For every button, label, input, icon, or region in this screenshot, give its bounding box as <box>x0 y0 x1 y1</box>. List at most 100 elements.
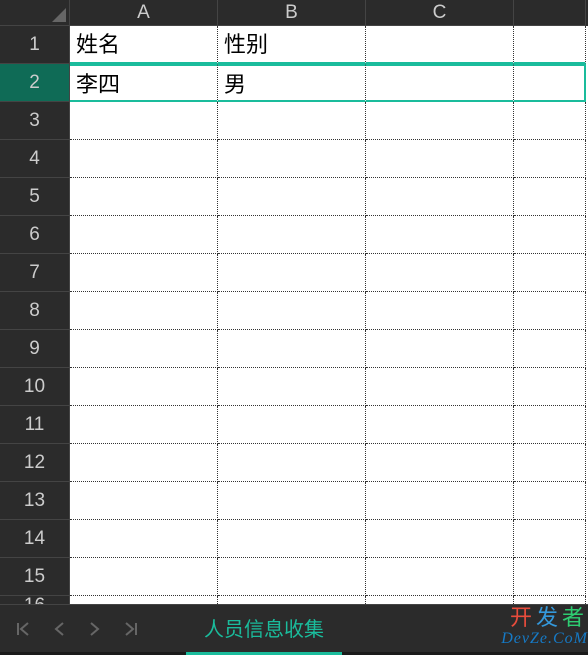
cell-C1[interactable] <box>366 26 514 64</box>
cell-A10[interactable] <box>70 368 218 406</box>
cell-C13[interactable] <box>366 482 514 520</box>
cell-A12[interactable] <box>70 444 218 482</box>
row-8: 8 <box>0 292 588 330</box>
cell-B1[interactable]: 性别 <box>218 26 366 64</box>
cell-A13[interactable] <box>70 482 218 520</box>
row-14: 14 <box>0 520 588 558</box>
row-header-15[interactable]: 15 <box>0 558 70 596</box>
row-1: 1姓名性别 <box>0 26 588 64</box>
cell-A1[interactable]: 姓名 <box>70 26 218 64</box>
select-all-corner[interactable] <box>0 0 70 26</box>
cell-C14[interactable] <box>366 520 514 558</box>
cell-B5[interactable] <box>218 178 366 216</box>
cell-B11[interactable] <box>218 406 366 444</box>
cell-D5[interactable] <box>514 178 586 216</box>
cell-B6[interactable] <box>218 216 366 254</box>
cell-A3[interactable] <box>70 102 218 140</box>
cell-B15[interactable] <box>218 558 366 596</box>
cell-C6[interactable] <box>366 216 514 254</box>
nav-last-icon[interactable] <box>116 611 146 647</box>
row-header-13[interactable]: 13 <box>0 482 70 520</box>
cell-A5[interactable] <box>70 178 218 216</box>
cell-B8[interactable] <box>218 292 366 330</box>
cell-A14[interactable] <box>70 520 218 558</box>
row-header-10[interactable]: 10 <box>0 368 70 406</box>
cell-B7[interactable] <box>218 254 366 292</box>
cell-B14[interactable] <box>218 520 366 558</box>
row-11: 11 <box>0 406 588 444</box>
row-header-14[interactable]: 14 <box>0 520 70 558</box>
cell-D9[interactable] <box>514 330 586 368</box>
cell-C2[interactable] <box>366 64 514 102</box>
row-3: 3 <box>0 102 588 140</box>
cell-C10[interactable] <box>366 368 514 406</box>
cell-B4[interactable] <box>218 140 366 178</box>
column-header-row: A B C <box>0 0 588 26</box>
row-header-8[interactable]: 8 <box>0 292 70 330</box>
cell-A6[interactable] <box>70 216 218 254</box>
cell-D6[interactable] <box>514 216 586 254</box>
cell-D10[interactable] <box>514 368 586 406</box>
cell-D2[interactable] <box>514 64 586 102</box>
cell-C3[interactable] <box>366 102 514 140</box>
cell-D11[interactable] <box>514 406 586 444</box>
cell-B2[interactable]: 男 <box>218 64 366 102</box>
row-header-16[interactable]: 16 <box>0 596 70 604</box>
row-12: 12 <box>0 444 588 482</box>
row-header-6[interactable]: 6 <box>0 216 70 254</box>
cell-D8[interactable] <box>514 292 586 330</box>
cell-D12[interactable] <box>514 444 586 482</box>
row-13: 13 <box>0 482 588 520</box>
watermark-title: 开 发 者 <box>510 606 588 630</box>
cell-C15[interactable] <box>366 558 514 596</box>
cell-B3[interactable] <box>218 102 366 140</box>
sheet-tab-active[interactable]: 人员信息收集 <box>186 603 342 655</box>
row-15: 15 <box>0 558 588 596</box>
row-header-2[interactable]: 2 <box>0 64 70 102</box>
row-header-7[interactable]: 7 <box>0 254 70 292</box>
cell-D7[interactable] <box>514 254 586 292</box>
cell-A4[interactable] <box>70 140 218 178</box>
cell-C7[interactable] <box>366 254 514 292</box>
cell-D1[interactable] <box>514 26 586 64</box>
cell-D13[interactable] <box>514 482 586 520</box>
cell-D3[interactable] <box>514 102 586 140</box>
cell-B13[interactable] <box>218 482 366 520</box>
cell-B10[interactable] <box>218 368 366 406</box>
row-header-1[interactable]: 1 <box>0 26 70 64</box>
nav-first-icon[interactable] <box>8 611 38 647</box>
cell-D4[interactable] <box>514 140 586 178</box>
cell-C5[interactable] <box>366 178 514 216</box>
cell-D15[interactable] <box>514 558 586 596</box>
column-header-A[interactable]: A <box>70 0 218 26</box>
row-header-3[interactable]: 3 <box>0 102 70 140</box>
row-4: 4 <box>0 140 588 178</box>
cell-A15[interactable] <box>70 558 218 596</box>
column-header-C[interactable]: C <box>366 0 514 26</box>
column-header-D[interactable] <box>514 0 586 26</box>
nav-next-icon[interactable] <box>80 611 110 647</box>
cell-A2[interactable]: 李四 <box>70 64 218 102</box>
cell-A7[interactable] <box>70 254 218 292</box>
row-header-12[interactable]: 12 <box>0 444 70 482</box>
column-header-B[interactable]: B <box>218 0 366 26</box>
cell-C12[interactable] <box>366 444 514 482</box>
nav-prev-icon[interactable] <box>44 611 74 647</box>
cell-D16[interactable] <box>514 596 586 604</box>
cell-C4[interactable] <box>366 140 514 178</box>
cell-A8[interactable] <box>70 292 218 330</box>
cell-A9[interactable] <box>70 330 218 368</box>
row-header-9[interactable]: 9 <box>0 330 70 368</box>
cell-C8[interactable] <box>366 292 514 330</box>
row-header-11[interactable]: 11 <box>0 406 70 444</box>
cell-C16[interactable] <box>366 596 514 604</box>
sheet-nav-buttons <box>0 611 146 647</box>
cell-A11[interactable] <box>70 406 218 444</box>
cell-B12[interactable] <box>218 444 366 482</box>
cell-C11[interactable] <box>366 406 514 444</box>
row-header-4[interactable]: 4 <box>0 140 70 178</box>
cell-C9[interactable] <box>366 330 514 368</box>
row-header-5[interactable]: 5 <box>0 178 70 216</box>
cell-D14[interactable] <box>514 520 586 558</box>
cell-B9[interactable] <box>218 330 366 368</box>
